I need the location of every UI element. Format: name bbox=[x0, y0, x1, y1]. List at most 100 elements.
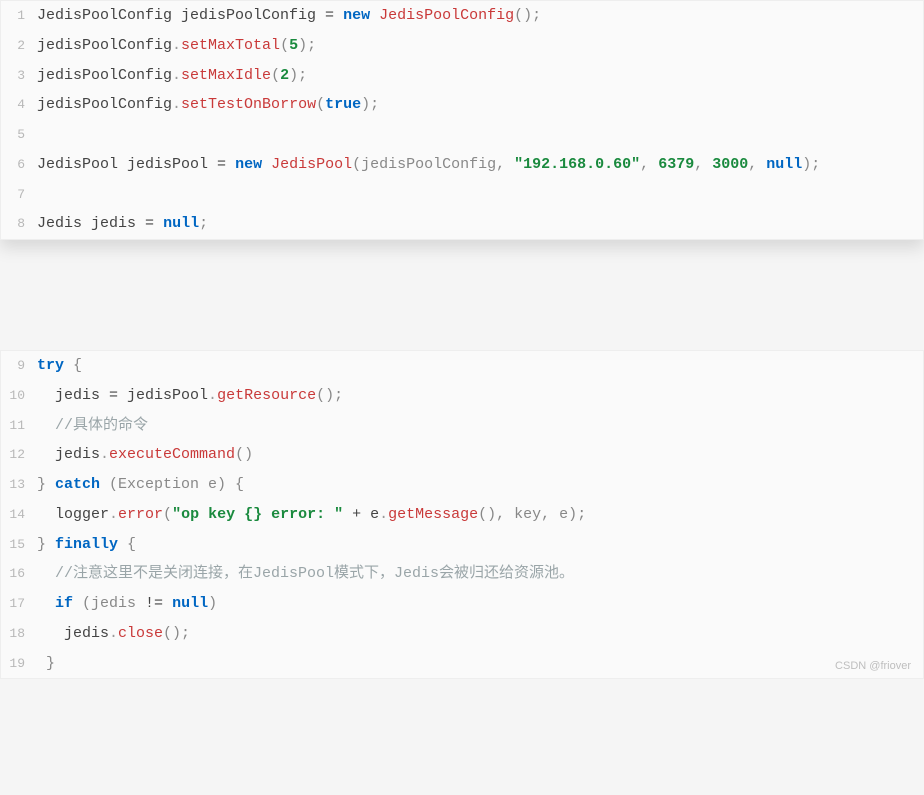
line-number: 9 bbox=[1, 354, 37, 378]
token-method: getResource bbox=[217, 387, 316, 404]
code-content: jedisPoolConfig.setTestOnBorrow(true); bbox=[37, 91, 923, 119]
code-content: JedisPoolConfig jedisPoolConfig = new Je… bbox=[37, 2, 923, 30]
token-paren: (jedisPoolConfig, bbox=[352, 156, 514, 173]
token-str: "op key {} error: " bbox=[172, 506, 343, 523]
token-method: setMaxTotal bbox=[181, 37, 280, 54]
code-line: 15} finally { bbox=[1, 530, 923, 560]
token-paren: (); bbox=[163, 625, 190, 642]
token-op: = bbox=[109, 387, 118, 404]
token-plain: logger bbox=[37, 506, 109, 523]
token-paren: ) bbox=[208, 595, 217, 612]
token-plain bbox=[343, 506, 352, 523]
token-plain bbox=[37, 417, 55, 434]
code-line: 14 logger.error("op key {} error: " + e.… bbox=[1, 500, 923, 530]
code-line: 6JedisPool jedisPool = new JedisPool(jed… bbox=[1, 150, 923, 180]
token-paren: ); bbox=[298, 37, 316, 54]
line-number: 4 bbox=[1, 93, 37, 117]
token-num: 3000 bbox=[712, 156, 748, 173]
code-content: if (jedis != null) bbox=[37, 590, 923, 618]
line-number: 10 bbox=[1, 384, 37, 408]
code-line: 13} catch (Exception e) { bbox=[1, 470, 923, 500]
line-number: 1 bbox=[1, 4, 37, 28]
line-number: 6 bbox=[1, 153, 37, 177]
token-comment: //注意这里不是关闭连接，在JedisPool模式下，Jedis会被归还给资源池… bbox=[55, 565, 574, 582]
token-method: JedisPool bbox=[271, 156, 352, 173]
token-nullkw: null bbox=[172, 595, 208, 612]
line-number: 16 bbox=[1, 562, 37, 586]
code-block-1: 9try {10 jedis = jedisPool. getResource ()… bbox=[0, 350, 924, 679]
code-content: jedis.close(); bbox=[37, 620, 923, 648]
code-content: } catch (Exception e) { bbox=[37, 471, 923, 499]
token-plain: jedisPoolConfig bbox=[37, 96, 172, 113]
code-content: //注意这里不是关闭连接，在JedisPool模式下，Jedis会被归还给资源池… bbox=[37, 560, 923, 588]
token-dot: . bbox=[172, 96, 181, 113]
line-number: 14 bbox=[1, 503, 37, 527]
code-line: 16 //注意这里不是关闭连接，在JedisPool模式下，Jedis会被归还给… bbox=[1, 559, 923, 589]
line-number: 3 bbox=[1, 64, 37, 88]
token-paren: } bbox=[37, 536, 55, 553]
token-op: = bbox=[325, 7, 334, 24]
code-block-0: 1JedisPoolConfig jedisPoolConfig = new J… bbox=[0, 0, 924, 240]
code-line: 19 } bbox=[1, 649, 923, 679]
token-nullkw: null bbox=[163, 215, 199, 232]
code-content: jedis.executeCommand() bbox=[37, 441, 923, 469]
code-content: logger.error("op key {} error: " + e.get… bbox=[37, 501, 923, 529]
token-kw: if bbox=[55, 595, 73, 612]
code-line: 11 //具体的命令 bbox=[1, 411, 923, 441]
token-plain bbox=[370, 7, 379, 24]
token-paren: , bbox=[694, 156, 712, 173]
line-number: 13 bbox=[1, 473, 37, 497]
token-kw: try bbox=[37, 357, 64, 374]
token-plain: JedisPoolConfig jedisPoolConfig bbox=[37, 7, 325, 24]
line-number: 15 bbox=[1, 533, 37, 557]
token-method: setMaxIdle bbox=[181, 67, 271, 84]
token-op: != bbox=[145, 595, 163, 612]
code-content: } bbox=[37, 650, 923, 678]
code-line: 4jedisPoolConfig.setTestOnBorrow(true); bbox=[1, 90, 923, 120]
token-kw: finally bbox=[55, 536, 118, 553]
token-paren: ( bbox=[271, 67, 280, 84]
line-number: 7 bbox=[1, 183, 37, 207]
token-plain bbox=[37, 565, 55, 582]
token-dot: . bbox=[172, 37, 181, 54]
token-plain: jedisPoolConfig bbox=[37, 37, 172, 54]
token-paren: ( bbox=[280, 37, 289, 54]
token-method: error bbox=[118, 506, 163, 523]
token-plain bbox=[334, 7, 343, 24]
token-plain: jedisPool bbox=[118, 387, 208, 404]
token-paren: } bbox=[37, 476, 55, 493]
token-paren: () bbox=[235, 446, 253, 463]
code-content bbox=[37, 121, 923, 149]
line-number: 18 bbox=[1, 622, 37, 646]
token-num: 2 bbox=[280, 67, 289, 84]
token-plain: e bbox=[361, 506, 379, 523]
code-line: 1JedisPoolConfig jedisPoolConfig = new J… bbox=[1, 1, 923, 31]
token-paren: , bbox=[748, 156, 766, 173]
token-paren: } bbox=[37, 655, 55, 672]
token-num: 5 bbox=[289, 37, 298, 54]
token-paren: , bbox=[640, 156, 658, 173]
line-number: 2 bbox=[1, 34, 37, 58]
code-line: 2jedisPoolConfig.setMaxTotal(5); bbox=[1, 31, 923, 61]
token-dot: . bbox=[100, 446, 109, 463]
token-paren: (), key, e); bbox=[478, 506, 586, 523]
token-plain bbox=[163, 595, 172, 612]
token-nullkw: null bbox=[766, 156, 802, 173]
token-method: executeCommand bbox=[109, 446, 235, 463]
line-number: 19 bbox=[1, 652, 37, 676]
code-line: 18 jedis.close(); bbox=[1, 619, 923, 649]
token-plain: JedisPool jedisPool bbox=[37, 156, 217, 173]
code-content: JedisPool jedisPool = new JedisPool(jedi… bbox=[37, 151, 923, 179]
code-content: jedisPoolConfig.setMaxTotal(5); bbox=[37, 32, 923, 60]
code-line: 5 bbox=[1, 120, 923, 150]
token-plain: jedis bbox=[37, 446, 100, 463]
code-line: 3jedisPoolConfig.setMaxIdle(2); bbox=[1, 61, 923, 91]
token-paren: { bbox=[118, 536, 136, 553]
token-kw: catch bbox=[55, 476, 100, 493]
token-op: + bbox=[352, 506, 361, 523]
token-plain: jedis bbox=[37, 387, 109, 404]
token-plain bbox=[154, 215, 163, 232]
token-paren: (Exception e) { bbox=[100, 476, 244, 493]
code-content bbox=[37, 181, 923, 209]
token-op: = bbox=[217, 156, 226, 173]
